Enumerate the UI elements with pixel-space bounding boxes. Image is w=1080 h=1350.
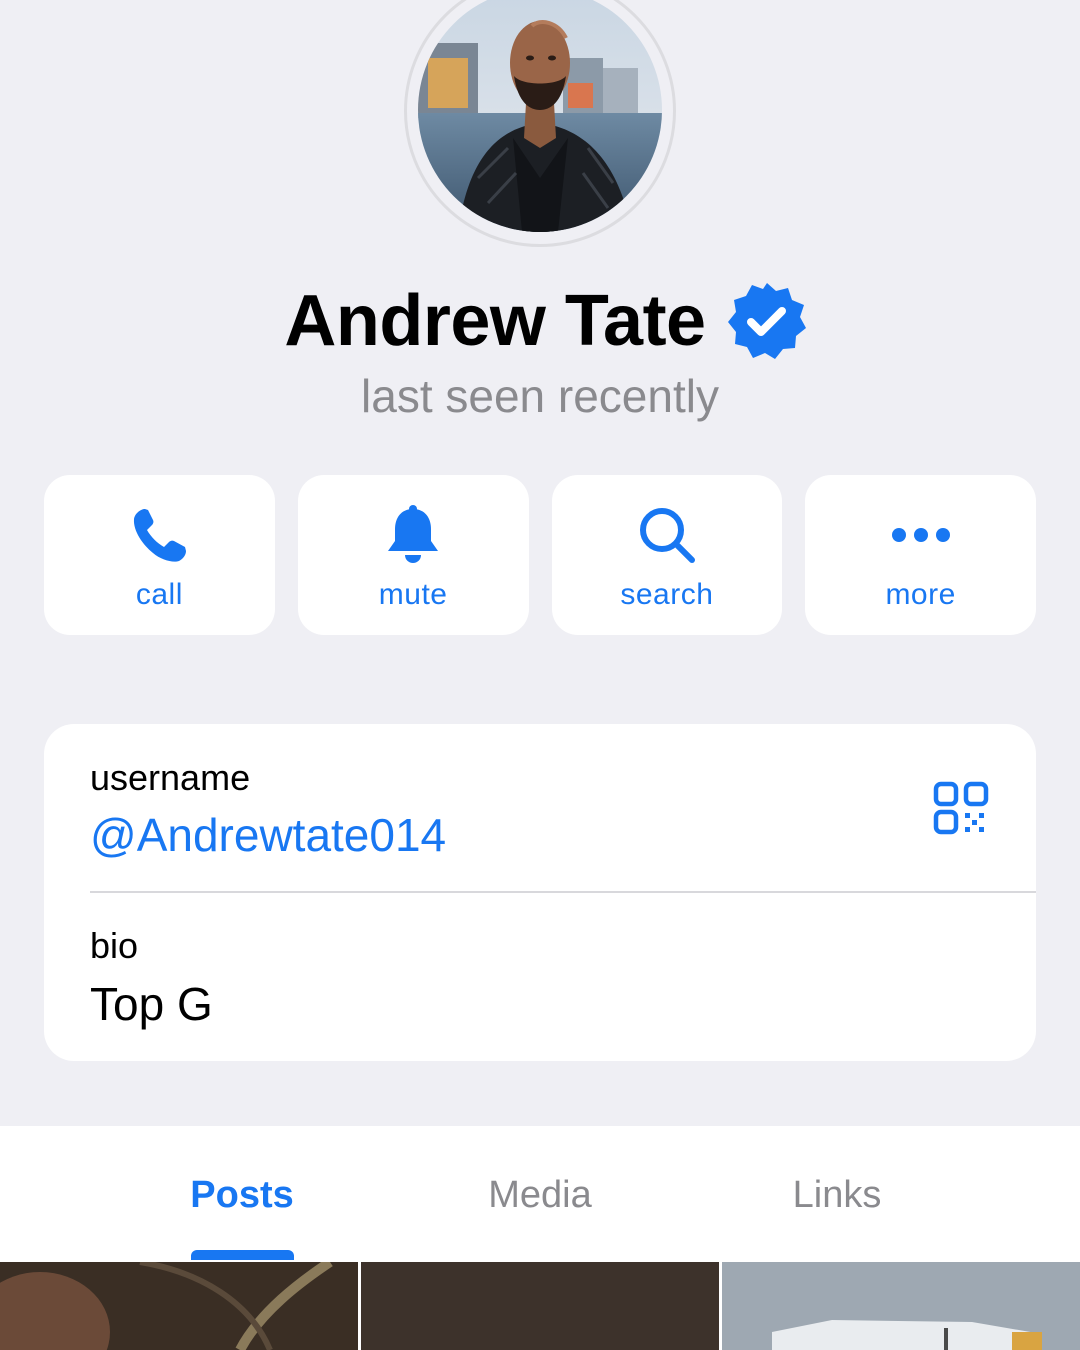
search-icon [635, 503, 699, 567]
call-button[interactable]: call [44, 475, 275, 635]
posts-grid [0, 1260, 1080, 1350]
last-seen-status: last seen recently [361, 370, 719, 422]
phone-icon [127, 503, 191, 567]
profile-header: Andrew Tate [0, 278, 1080, 364]
profile-name: Andrew Tate [284, 281, 706, 361]
bio-text: Top G [90, 978, 213, 1030]
post-thumbnail[interactable] [361, 1262, 719, 1350]
tab-media[interactable]: Media [488, 1170, 592, 1220]
qr-code-icon[interactable] [932, 780, 992, 840]
bio-label: bio [90, 925, 139, 966]
divider [90, 891, 1036, 893]
tab-links[interactable]: Links [793, 1170, 882, 1220]
tab-bar: Posts Media Links [0, 1126, 1080, 1262]
verified-badge-icon [727, 283, 806, 359]
bell-icon [381, 503, 445, 567]
mute-button[interactable]: mute [297, 475, 529, 635]
call-label: call [135, 578, 183, 611]
more-label: more [885, 578, 956, 611]
post-thumbnail[interactable] [722, 1262, 1080, 1350]
info-card: username @Andrewtate014 bio Top G [44, 724, 1036, 1061]
more-button[interactable]: more [805, 475, 1036, 635]
post-thumbnail[interactable] [0, 1262, 358, 1350]
username-link[interactable]: @Andrewtate014 [90, 807, 446, 863]
action-buttons: call mute search more [44, 475, 1036, 635]
mute-label: mute [378, 578, 448, 611]
ellipsis-icon [889, 503, 953, 567]
search-label: search [620, 578, 714, 611]
search-button[interactable]: search [551, 475, 783, 635]
tab-posts[interactable]: Posts [190, 1170, 293, 1220]
username-label: username [90, 757, 251, 798]
